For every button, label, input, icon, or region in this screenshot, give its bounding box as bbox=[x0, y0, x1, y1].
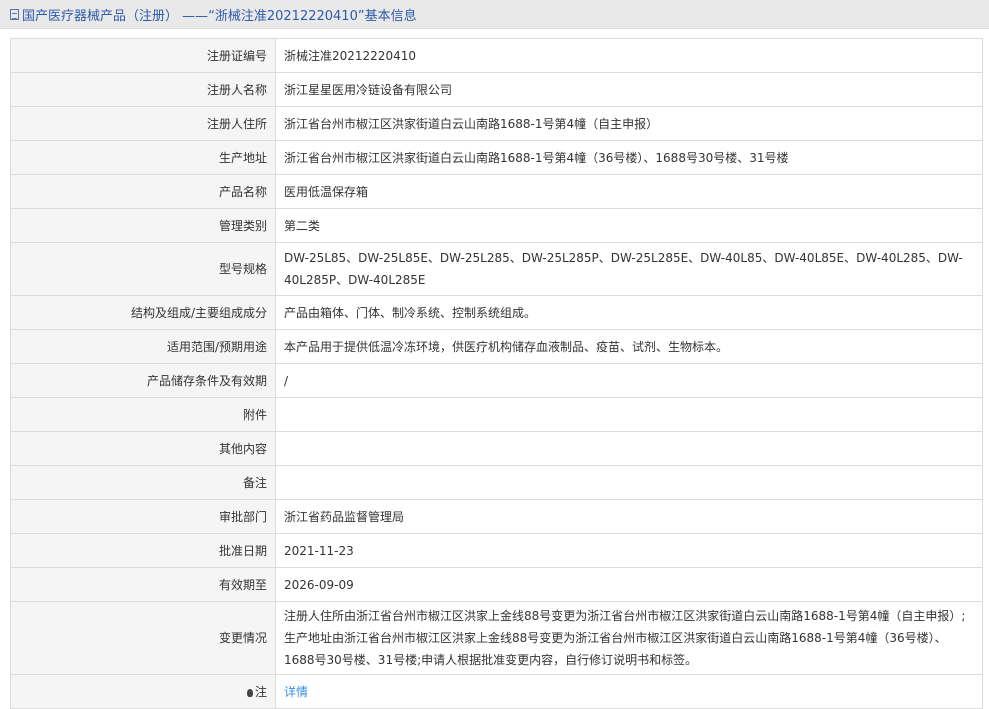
field-value: 2026-09-09 bbox=[275, 567, 983, 602]
field-value: 产品由箱体、门体、制冷系统、控制系统组成。 bbox=[275, 295, 983, 330]
field-label: 注 bbox=[10, 674, 276, 709]
field-label: 注册人名称 bbox=[10, 72, 276, 107]
table-row: 注册人住所 浙江省台州市椒江区洪家街道白云山南路1688-1号第4幢（自主申报） bbox=[10, 106, 983, 141]
field-value bbox=[275, 431, 983, 466]
field-label: 型号规格 bbox=[10, 242, 276, 296]
field-label: 结构及组成/主要组成成分 bbox=[10, 295, 276, 330]
table-row: 有效期至 2026-09-09 bbox=[10, 567, 983, 602]
field-label: 适用范围/预期用途 bbox=[10, 329, 276, 364]
field-value: 浙江星星医用冷链设备有限公司 bbox=[275, 72, 983, 107]
field-label: 注册人住所 bbox=[10, 106, 276, 141]
details-link[interactable]: 详情 bbox=[284, 685, 308, 699]
field-label: 有效期至 bbox=[10, 567, 276, 602]
field-label: 生产地址 bbox=[10, 140, 276, 175]
field-value bbox=[275, 397, 983, 432]
field-label: 附件 bbox=[10, 397, 276, 432]
field-label: 注册证编号 bbox=[10, 38, 276, 73]
field-value: DW-25L85、DW-25L85E、DW-25L285、DW-25L285P、… bbox=[275, 242, 983, 296]
table-row: 注册证编号 浙械注准20212220410 bbox=[10, 38, 983, 73]
page-header: 国产医疗器械产品（注册） ——“浙械注准20212220410”基本信息 bbox=[0, 0, 989, 29]
field-value: 浙械注准20212220410 bbox=[275, 38, 983, 73]
table-row: 适用范围/预期用途 本产品用于提供低温冷冻环境，供医疗机构储存血液制品、疫苗、试剂… bbox=[10, 329, 983, 364]
field-value: 2021-11-23 bbox=[275, 533, 983, 568]
lightbulb-icon bbox=[246, 688, 253, 697]
field-value: 医用低温保存箱 bbox=[275, 174, 983, 209]
note-row: 注 详情 bbox=[10, 674, 983, 709]
page-title: 国产医疗器械产品（注册） ——“浙械注准20212220410”基本信息 bbox=[22, 8, 417, 24]
field-label: 管理类别 bbox=[10, 208, 276, 243]
table-row: 产品储存条件及有效期 / bbox=[10, 363, 983, 398]
field-value: 浙江省药品监督管理局 bbox=[275, 499, 983, 534]
field-value: / bbox=[275, 363, 983, 398]
field-value bbox=[275, 465, 983, 500]
note-label: 注 bbox=[254, 684, 267, 699]
table-row: 管理类别 第二类 bbox=[10, 208, 983, 243]
table-row: 产品名称 医用低温保存箱 bbox=[10, 174, 983, 209]
field-label: 产品储存条件及有效期 bbox=[10, 363, 276, 398]
field-label: 备注 bbox=[10, 465, 276, 500]
field-value: 注册人住所由浙江省台州市椒江区洪家上金线88号变更为浙江省台州市椒江区洪家街道白… bbox=[275, 601, 983, 675]
table-row: 审批部门 浙江省药品监督管理局 bbox=[10, 499, 983, 534]
info-table: 注册证编号 浙械注准20212220410 注册人名称 浙江星星医用冷链设备有限公司注… bbox=[10, 38, 983, 709]
field-label: 批准日期 bbox=[10, 533, 276, 568]
field-label: 审批部门 bbox=[10, 499, 276, 534]
table-row: 注册人名称 浙江星星医用冷链设备有限公司 bbox=[10, 72, 983, 107]
table-row: 其他内容 bbox=[10, 431, 983, 466]
table-row: 生产地址 浙江省台州市椒江区洪家街道白云山南路1688-1号第4幢（36号楼）、1… bbox=[10, 140, 983, 175]
field-value: 浙江省台州市椒江区洪家街道白云山南路1688-1号第4幢（36号楼）、1688号… bbox=[275, 140, 983, 175]
field-label: 其他内容 bbox=[10, 431, 276, 466]
document-icon bbox=[10, 8, 19, 20]
table-row: 型号规格 DW-25L85、DW-25L85E、DW-25L285、DW-25L2… bbox=[10, 242, 983, 296]
field-label: 产品名称 bbox=[10, 174, 276, 209]
table-row: 批准日期 2021-11-23 bbox=[10, 533, 983, 568]
field-label: 变更情况 bbox=[10, 601, 276, 675]
table-row: 附件 bbox=[10, 397, 983, 432]
field-value: 第二类 bbox=[275, 208, 983, 243]
field-value: 详情 bbox=[275, 674, 983, 709]
field-value: 本产品用于提供低温冷冻环境，供医疗机构储存血液制品、疫苗、试剂、生物标本。 bbox=[275, 329, 983, 364]
field-value: 浙江省台州市椒江区洪家街道白云山南路1688-1号第4幢（自主申报） bbox=[275, 106, 983, 141]
table-row: 结构及组成/主要组成成分 产品由箱体、门体、制冷系统、控制系统组成。 bbox=[10, 295, 983, 330]
table-row: 备注 bbox=[10, 465, 983, 500]
table-row: 变更情况 注册人住所由浙江省台州市椒江区洪家上金线88号变更为浙江省台州市椒江区洪… bbox=[10, 601, 983, 675]
